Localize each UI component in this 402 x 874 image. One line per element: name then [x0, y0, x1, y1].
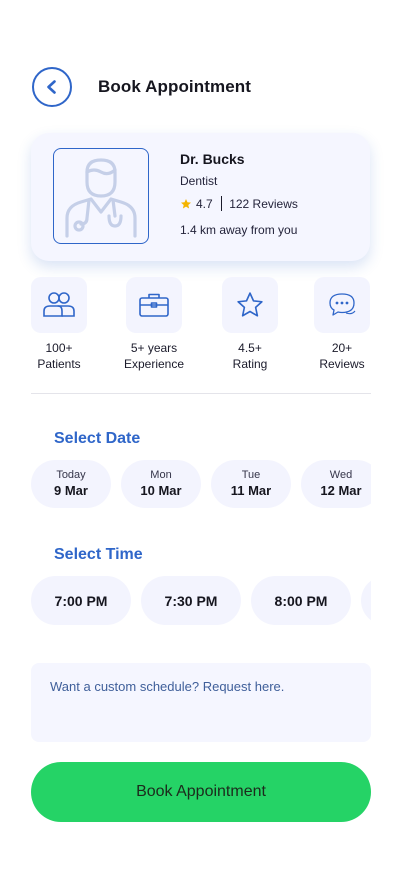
header: Book Appointment [32, 67, 402, 107]
doctor-distance: 1.4 km away from you [180, 223, 298, 237]
chat-bubble-icon [329, 293, 356, 316]
patients-icon [43, 292, 75, 317]
doctor-avatar-icon [65, 158, 137, 238]
time-chip-700[interactable]: 7:00 PM [31, 576, 131, 625]
stat-label-patients: 100+ Patients [37, 341, 81, 371]
briefcase-icon-box [126, 277, 182, 333]
doctor-name: Dr. Bucks [180, 151, 245, 167]
stat-label-rating: 4.5+ Rating [232, 341, 268, 371]
doctor-rating-row: 4.7 122 Reviews [180, 196, 298, 211]
page-title: Book Appointment [98, 77, 252, 96]
date-chip-today[interactable]: Today 9 Mar [31, 460, 111, 508]
doctor-reviews: 122 Reviews [229, 196, 298, 211]
star-filled-icon [181, 198, 191, 208]
date-picker-row[interactable]: Today 9 Mar Mon 10 Mar Tue 11 Mar Wed 12… [31, 460, 371, 508]
doctor-photo [53, 148, 149, 244]
stat-label-reviews: 20+ Reviews [319, 341, 365, 371]
time-picker-row[interactable]: 7:00 PM 7:30 PM 8:00 PM [31, 576, 371, 625]
time-chip-730[interactable]: 7:30 PM [141, 576, 241, 625]
doctor-specialty: Dentist [180, 174, 218, 188]
rating-separator [220, 196, 223, 211]
book-appointment-button[interactable]: Book Appointment [31, 762, 371, 822]
divider [31, 393, 371, 394]
star-icon-box [222, 277, 278, 333]
stat-patients: 100+ Patients [19, 277, 99, 372]
time-chip-next[interactable] [361, 576, 371, 625]
chat-bubble-icon-box [314, 277, 370, 333]
date-chip-tue[interactable]: Tue 11 Mar [211, 460, 291, 508]
briefcase-icon [139, 293, 169, 317]
doctor-info: Dr. Bucks Dentist 4.7 122 Reviews 1.4 km… [180, 151, 298, 237]
stat-label-experience: 5+ years Experience [123, 341, 185, 371]
stat-experience: 5+ years Experience [114, 277, 194, 372]
patients-icon-box [31, 277, 87, 333]
star-icon [237, 292, 263, 317]
date-chip-mon[interactable]: Mon 10 Mar [121, 460, 201, 508]
time-chip-800[interactable]: 8:00 PM [251, 576, 351, 625]
custom-schedule-request[interactable]: Want a custom schedule? Request here. [31, 663, 371, 742]
date-chip-wed[interactable]: Wed 12 Mar [301, 460, 371, 508]
select-time-title: Select Time [54, 546, 143, 563]
doctor-stats: 100+ Patients 5+ years Experience 4.5+ R… [31, 277, 371, 377]
doctor-card: Dr. Bucks Dentist 4.7 122 Reviews 1.4 km… [31, 133, 370, 261]
stat-rating: 4.5+ Rating [210, 277, 290, 372]
stat-reviews: 20+ Reviews [302, 277, 382, 372]
doctor-rating: 4.7 [196, 196, 213, 211]
select-date-title: Select Date [54, 430, 141, 447]
back-button[interactable] [32, 67, 72, 107]
chevron-left-icon [47, 80, 56, 94]
